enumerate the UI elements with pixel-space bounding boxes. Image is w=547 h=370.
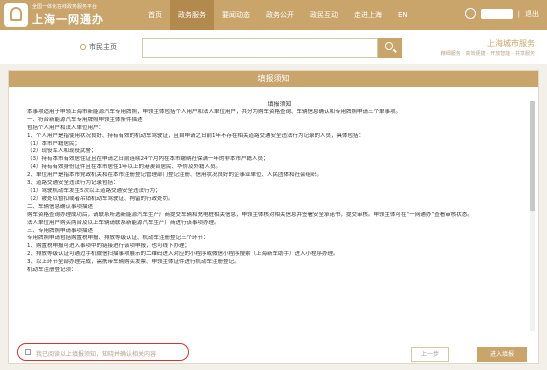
- notice-line: 包括个人用户和法人单位用户：: [27, 124, 105, 131]
- nav-item-gov-services[interactable]: 政务服务: [170, 0, 214, 30]
- citizen-home-link[interactable]: 市民主页: [80, 42, 117, 52]
- notice-panel: 填报须知 填报须知 本事项适用于申领上海市新能源汽车专用牌照，申领主体包括个人用…: [8, 70, 539, 364]
- notice-heading: 填报须知: [267, 101, 292, 108]
- notice-line: （4）持有有效身份证件且在本市居住1年以上的港澳台居民、华侨及外籍人员。: [27, 164, 222, 171]
- scrollbar-thumb[interactable]: [530, 101, 535, 211]
- notice-line: （1）驾驶机动车发生5次以上道路交通安全违法行为；: [27, 187, 161, 194]
- separator: |: [517, 9, 520, 18]
- notice-line: 本事项适用于申领上海市新能源汽车专用牌照，申领主体包括个人用户和法人单位用户，共…: [27, 108, 402, 115]
- search-button[interactable]: [378, 38, 402, 58]
- notice-line: （3）持有本市有效居住证且在申请之日前连续24个月内在本市缴纳社保满一年的非本市…: [27, 156, 269, 163]
- notice-line: 二、车辆信息确认事项描述: [27, 203, 94, 210]
- panel-title: 填报须知: [9, 71, 538, 87]
- brand-subtitle: 全国一体化在线政务服务平台: [32, 4, 98, 10]
- user-icon[interactable]: [464, 8, 476, 19]
- user-area: | 退出: [464, 8, 539, 19]
- content-scrollbar[interactable]: [530, 101, 535, 331]
- top-navigation-bar: 全国一体化在线政务服务平台 上海一网通办 首页 政务服务 要闻动态 政务公开 政…: [0, 0, 547, 30]
- city-service-tagline: 精细服务 · 高效便捷 · 开放智能 · 共享服务: [440, 51, 535, 57]
- citizen-home-label: 市民主页: [89, 43, 117, 51]
- agreement-highlight: 我已阅读以上填报须知，知晓并确认相关内容: [17, 343, 189, 361]
- user-name-redacted[interactable]: [480, 8, 513, 19]
- notice-line: 购车资格查询办理成功后，请联系所选新能源汽车生产厂商提交车辆和充电桩相关信息，申…: [27, 211, 473, 218]
- enter-form-button[interactable]: 进入填报: [477, 347, 527, 362]
- nav-item-news[interactable]: 要闻动态: [214, 0, 258, 30]
- nav-item-shanghai[interactable]: 走进上海: [346, 0, 390, 30]
- search-input[interactable]: [142, 38, 378, 58]
- notice-line: （2）现役军人和现役武警；: [27, 148, 97, 155]
- panel-footer: 我已阅读以上填报须知，知晓并确认相关内容 上一步 进入填报: [9, 343, 538, 363]
- nav-item-english[interactable]: EN: [390, 0, 416, 30]
- notice-line: （2）被处以暂扣或者吊销机动车驾驶证、拘留的行政处罚。: [27, 195, 174, 202]
- notice-line: 2、排放等级认证可通过手机微信扫描事项展示的二维码进入对应的小程序或微信小程序搜…: [27, 251, 339, 258]
- brand-title: 上海一网通办: [32, 13, 104, 26]
- location-pin-icon: [80, 44, 86, 50]
- nav-item-home[interactable]: 首页: [140, 0, 170, 30]
- notice-content: 填报须知 本事项适用于申领上海市新能源汽车专用牌照，申领主体包括个人用户和法人单…: [27, 101, 532, 331]
- search-icon: [385, 42, 393, 50]
- nav-item-interaction[interactable]: 政民互动: [302, 0, 346, 30]
- notice-line: 一、符合新能源汽车专用牌照申领主体条件描述: [27, 116, 143, 123]
- main-nav: 首页 政务服务 要闻动态 政务公开 政民互动 走进上海 EN: [140, 0, 416, 30]
- agreement-checkbox[interactable]: [25, 349, 31, 355]
- notice-line: 法人单位用户购买两台及以上车辆请联系新能源汽车生产厂商进行该事项办理。: [27, 219, 220, 226]
- notice-line: 3、道路交通安全违法行为记录包括：: [27, 180, 119, 187]
- notice-line: （1）本市户籍居民；: [27, 140, 80, 147]
- notice-line: 1、购置税申报可进入事项中的链接进行该项申报，也可线下办理；: [27, 243, 191, 250]
- search-bar-area: 市民主页 上海城市服务 精细服务 · 高效便捷 · 开放智能 · 共享服务: [0, 30, 547, 64]
- notice-line: 机动车注册登记须：: [27, 267, 77, 274]
- logo[interactable]: [4, 3, 28, 27]
- notice-line: 专用牌照申请包括购置税申报、排放等级认证、机动车注册登记三个环节：: [27, 235, 209, 242]
- city-service-slogan: 上海城市服务: [487, 39, 535, 48]
- logo-mark: [10, 7, 22, 21]
- notice-line: 1、个人用户是指使用状况良好、持有有效的机动车驾驶证，且自申请之日前1年不存在相…: [27, 132, 365, 139]
- notice-line: 三、专用牌照申请事项描述: [27, 227, 94, 234]
- logout-link[interactable]: 退出: [525, 9, 539, 19]
- notice-line: 3、以上环节全部办理完成，需携带车辆购买发票、申领主体证件进行机动车注册登记。: [27, 259, 240, 266]
- previous-step-button[interactable]: 上一步: [411, 347, 449, 362]
- agreement-label[interactable]: 我已阅读以上填报须知，知晓并确认相关内容: [36, 349, 156, 358]
- nav-item-gov-open[interactable]: 政务公开: [258, 0, 302, 30]
- notice-line: 2、单位用户是指本市党政机关和在本市注册登记管理部门登记注册、信用状况良好的企事…: [27, 172, 323, 179]
